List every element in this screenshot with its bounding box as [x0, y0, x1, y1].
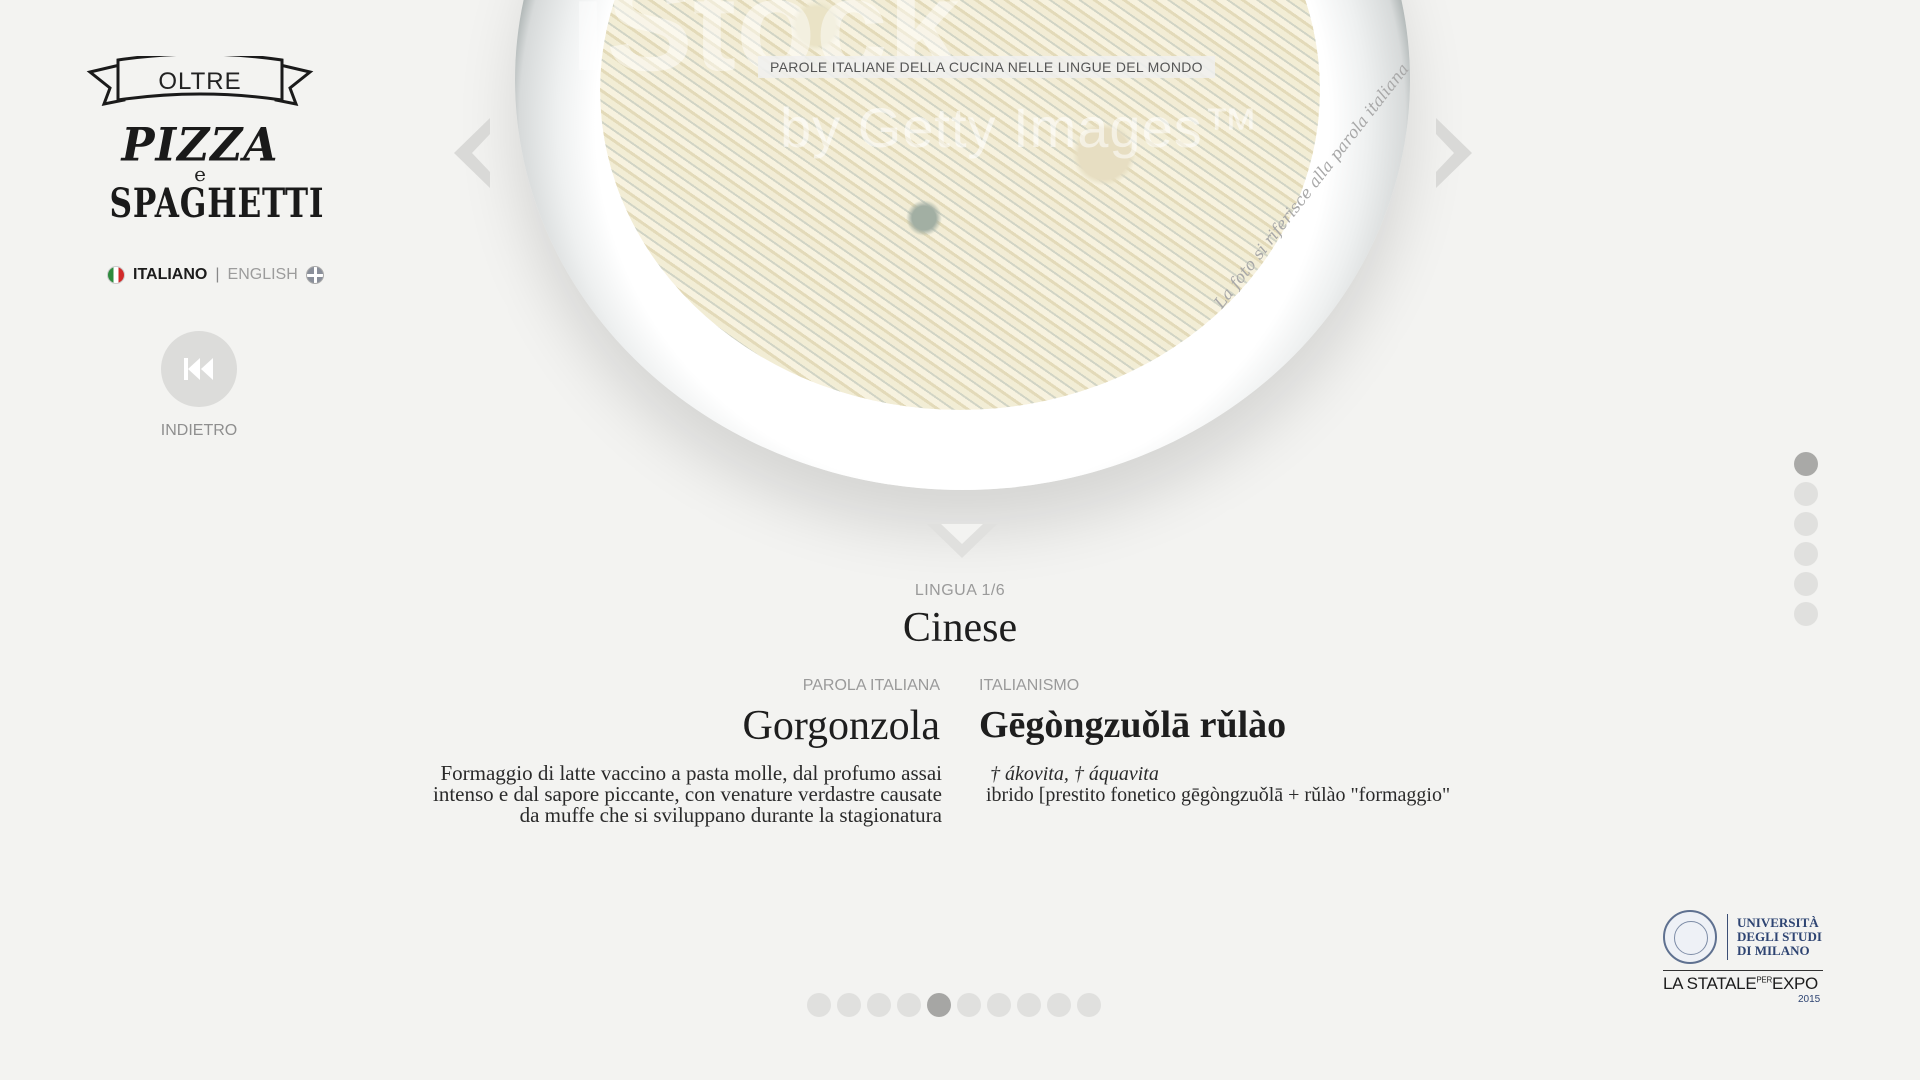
- language-counter: LINGUA 1/6: [914, 582, 1006, 599]
- language-english[interactable]: ENGLISH: [228, 266, 298, 284]
- scroll-down-arrow-icon[interactable]: [927, 524, 997, 558]
- language-separator: |: [215, 266, 220, 283]
- language-pagination: [1794, 452, 1818, 632]
- word-dot[interactable]: [957, 993, 981, 1017]
- language-italian[interactable]: ITALIANO: [133, 266, 207, 284]
- app-logo: OLTRE PIZZA e SPAGHETTI: [84, 56, 325, 236]
- word-dot[interactable]: [897, 993, 921, 1017]
- stock-watermark-brand: iStock: [570, 0, 961, 98]
- word-dot[interactable]: [1017, 993, 1041, 1017]
- word-dot[interactable]: [1047, 993, 1071, 1017]
- italianism-word: Gēgòngzuǒlā rǔlào: [979, 704, 1287, 746]
- italian-word-label: PAROLA ITALIANA: [802, 677, 940, 694]
- word-dot[interactable]: [1077, 993, 1101, 1017]
- word-dot[interactable]: [837, 993, 861, 1017]
- language-dot[interactable]: [1794, 482, 1818, 506]
- italianism-label: ITALIANISMO: [979, 677, 1080, 694]
- italian-word: Gorgonzola: [742, 703, 940, 749]
- language-dot[interactable]: [1794, 512, 1818, 536]
- section-banner: PAROLE ITALIANE DELLA CUCINA NELLE LINGU…: [758, 56, 1215, 78]
- statale-text: LA STATALE: [1663, 974, 1757, 993]
- logo-oltre: OLTRE: [158, 68, 242, 95]
- previous-arrow-icon[interactable]: [454, 118, 494, 188]
- next-arrow-icon[interactable]: [1432, 118, 1472, 188]
- language-switcher: ITALIANO | ENGLISH: [107, 264, 324, 286]
- word-dot[interactable]: [867, 993, 891, 1017]
- university-logo: UNIVERSITÀ DEGLI STUDI DI MILANO LA STAT…: [1663, 906, 1823, 1006]
- language-dot[interactable]: [1794, 572, 1818, 596]
- expo-year: 2015: [1798, 994, 1821, 1005]
- word-variants: † ákovita, † áquavita: [990, 763, 1159, 785]
- language-dot[interactable]: [1794, 452, 1818, 476]
- university-line-3: DI MILANO: [1737, 943, 1810, 958]
- logo-divider: [1727, 914, 1728, 960]
- food-photo: iStock by Getty Images™: [450, 0, 1470, 560]
- word-pagination: [807, 993, 1107, 1019]
- word-etymology: ibrido [prestito fonetico gēgòngzuǒlā + …: [986, 784, 1451, 806]
- italy-flag-icon[interactable]: [107, 266, 125, 284]
- uk-flag-icon[interactable]: [305, 266, 324, 284]
- back-label: INDIETRO: [160, 422, 238, 439]
- per-text: PER: [1756, 975, 1772, 985]
- language-dot[interactable]: [1794, 602, 1818, 626]
- word-dot[interactable]: [807, 993, 831, 1017]
- word-dot[interactable]: [927, 993, 951, 1017]
- rewind-icon: [184, 358, 213, 380]
- word-dot[interactable]: [987, 993, 1011, 1017]
- expo-text: EXPO: [1771, 974, 1818, 993]
- university-line-2: DEGLI STUDI: [1737, 929, 1822, 944]
- language-name: Cinese: [902, 605, 1018, 651]
- university-seal-icon: [1663, 910, 1717, 964]
- stock-watermark: by Getty Images™: [780, 96, 1260, 159]
- university-name: UNIVERSITÀ DEGLI STUDI DI MILANO: [1737, 916, 1822, 958]
- logo-spaghetti: SPAGHETTI: [109, 180, 325, 227]
- statale-expo-mark: LA STATALEPEREXPO: [1663, 970, 1823, 994]
- back-button[interactable]: [161, 331, 237, 407]
- university-line-1: UNIVERSITÀ: [1737, 915, 1819, 930]
- word-definition: Formaggio di latte vaccino a pasta molle…: [432, 761, 942, 827]
- language-dot[interactable]: [1794, 542, 1818, 566]
